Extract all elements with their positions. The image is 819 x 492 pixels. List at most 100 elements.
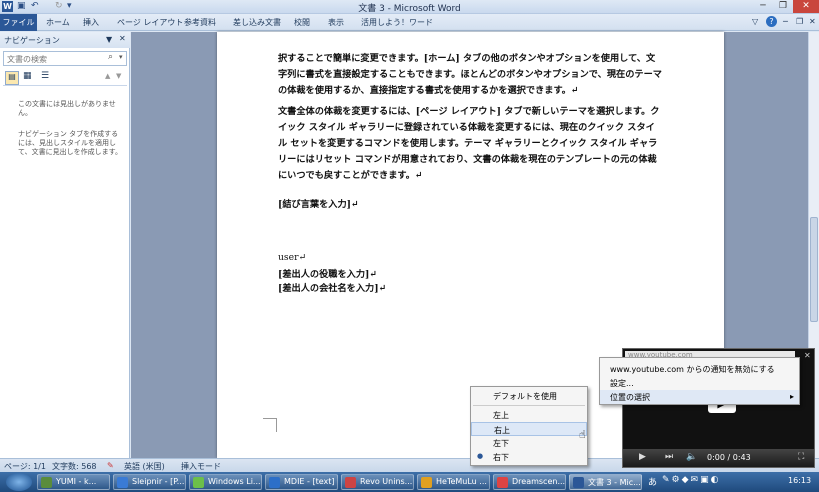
sender-title-placeholder[interactable]: [差出人の役職を入力]↵ [278,266,377,280]
search-icon[interactable]: ⌕ [108,52,113,62]
tab-references[interactable]: 参考資料 [184,17,216,28]
taskbar-item-label: Windows Li... [208,477,261,486]
tray-icons[interactable]: ✎⚙◆✉▣◐ [662,475,720,485]
tab-file[interactable]: ファイル [0,14,37,31]
menu-item-bottom-left[interactable]: 左下 [471,436,587,450]
mouse-cursor-icon: ☝ [579,428,586,441]
position-submenu: デフォルトを使用 左上 右上 左下 ● 右下 [470,386,588,466]
popup-close-icon[interactable]: ✕ [804,351,811,360]
doc-minimize-button[interactable]: ─ [783,17,788,26]
nav-close-icon[interactable]: ✕ [119,34,126,43]
navigation-pane: ナビゲーション ▼ ✕ 文書の検索 ⌕ ▾ ▤ ▦ ☰ ▲ ▼ この文書には見出… [0,32,130,458]
taskbar-item[interactable]: Dreamscen... [493,474,566,490]
title-bar: W ▣ ↶ ↻ ▾ 文書 3 - Microsoft Word ─ ❐ ✕ [0,0,819,14]
status-mode[interactable]: 挿入モード [181,461,221,472]
menu-separator [473,405,585,406]
video-controls: ▶ ⏭ 🔈 0:00 / 0:43 ⛶ [623,449,814,467]
maximize-button[interactable]: ❐ [773,0,793,13]
sender-name[interactable]: user↵ [278,252,306,263]
nav-view-tabs: ▤ ▦ ☰ ▲ ▼ [3,70,127,86]
ribbon-tabs: ファイル ホーム 挿入 ページ レイアウト 参考資料 差し込み文書 校閲 表示 … [0,14,819,31]
nav-no-headings-message: この文書には見出しがありません。 [18,100,116,117]
taskbar: YUMI - k... Sleipnir - [P... Windows Li.… [0,472,819,492]
close-button[interactable]: ✕ [793,0,819,13]
mdie-icon [269,477,280,488]
taskbar-item-label: HeTeMuLu ... [436,477,487,486]
menu-item-top-left[interactable]: 左上 [471,408,587,422]
menu-item-label: 位置の選択 [610,393,650,402]
status-page[interactable]: ページ: 1/1 [4,461,46,472]
menu-item-default[interactable]: デフォルトを使用 [471,389,587,403]
body-paragraph-1[interactable]: 択することで簡単に変更できます。[ホーム] タブの他のボタンやオプションを使用し… [278,51,663,99]
taskbar-item-label: 文書 3 - Mic... [588,478,641,487]
body-paragraph-2[interactable]: 文書全体の体裁を変更するには、[ページ レイアウト] タブで新しいテーマを選択し… [278,104,663,184]
taskbar-item[interactable]: Revo Unins... [341,474,414,490]
menu-item-top-right[interactable]: 右上 [471,422,587,436]
tab-mailings[interactable]: 差し込み文書 [233,17,281,28]
proofing-icon[interactable]: ✎ [107,461,114,470]
start-button[interactable] [6,473,32,491]
tab-page-layout[interactable]: ページ レイアウト [117,17,183,28]
pages-view-icon[interactable]: ▦ [23,71,32,81]
revo-icon [345,477,356,488]
menu-item-bottom-right[interactable]: ● 右下 [471,450,587,464]
word-icon [573,477,584,488]
tab-home[interactable]: ホーム [46,17,70,28]
taskbar-item-label: Sleipnir - [P... [132,477,185,486]
menu-item-label: 右下 [493,453,509,462]
menu-item-settings[interactable]: 設定... [600,376,799,390]
doc-close-button[interactable]: ✕ [809,17,816,26]
chrome-icon [497,477,508,488]
nav-options-icon[interactable]: ▼ [106,35,112,44]
taskbar-item[interactable]: Windows Li... [189,474,262,490]
taskbar-item[interactable]: MDIE - [text] [265,474,338,490]
clock[interactable]: 16:13 [788,476,811,485]
window-title: 文書 3 - Microsoft Word [358,4,461,14]
sleipnir-icon [117,477,128,488]
tab-review[interactable]: 校閲 [294,17,310,28]
chrome-icon [41,477,52,488]
ribbon-minimize-icon[interactable]: ▽ [752,17,758,26]
sender-company-placeholder[interactable]: [差出人の会社名を入力]↵ [278,280,386,294]
tab-insert[interactable]: 挿入 [83,17,99,28]
menu-item-select-position[interactable]: 位置の選択 ▸ [600,390,799,404]
prev-result-icon[interactable]: ▲ [105,72,110,80]
windows-live-icon [193,477,204,488]
notification-context-menu: www.youtube.com からの通知を無効にする 設定... 位置の選択 … [599,357,800,405]
video-time: 0:00 / 0:43 [707,453,751,462]
closing-placeholder[interactable]: [結び言葉を入力]↵ [278,196,359,210]
ime-icon[interactable]: あ [648,475,657,488]
taskbar-item-label: YUMI - k... [56,477,97,486]
taskbar-item[interactable]: HeTeMuLu ... [417,474,490,490]
tab-addin[interactable]: 活用しよう！ワード [361,17,433,28]
fullscreen-icon[interactable]: ⛶ [798,452,804,462]
submenu-arrow-icon: ▸ [790,392,795,401]
player-play-icon[interactable]: ▶ [639,452,646,462]
taskbar-item[interactable]: Sleipnir - [P... [113,474,186,490]
selected-radio-icon: ● [477,452,484,460]
nav-title: ナビゲーション [4,36,60,45]
taskbar-item[interactable]: YUMI - k... [37,474,110,490]
nav-help-message: ナビゲーション タブを作成するには、見出しスタイルを適用して、文書に見出しを作成… [18,130,122,156]
taskbar-item-label: Revo Unins... [360,477,413,486]
status-words[interactable]: 文字数: 568 [52,461,97,472]
hetemulu-icon [421,477,432,488]
scroll-thumb[interactable] [810,217,818,322]
doc-restore-button[interactable]: ❐ [796,17,803,26]
search-dropdown-icon[interactable]: ▾ [119,53,123,61]
results-view-icon[interactable]: ☰ [41,71,49,81]
taskbar-item-label: Dreamscen... [512,477,566,486]
minimize-button[interactable]: ─ [753,0,773,13]
help-icon[interactable]: ? [766,16,777,27]
volume-icon[interactable]: 🔈 [686,452,697,462]
next-result-icon[interactable]: ▼ [116,72,121,80]
taskbar-item-label: MDIE - [text] [284,477,335,486]
taskbar-item-active[interactable]: 文書 3 - Mic... [569,474,642,490]
headings-view-icon[interactable]: ▤ [5,71,19,85]
nav-header: ナビゲーション ▼ ✕ [0,32,130,48]
player-next-icon[interactable]: ⏭ [665,452,673,462]
tab-view[interactable]: 表示 [328,17,344,28]
menu-item-disable-notifications[interactable]: www.youtube.com からの通知を無効にする [600,362,799,376]
status-language[interactable]: 英語 (米国) [124,461,165,472]
page-corner-mark [263,418,277,432]
